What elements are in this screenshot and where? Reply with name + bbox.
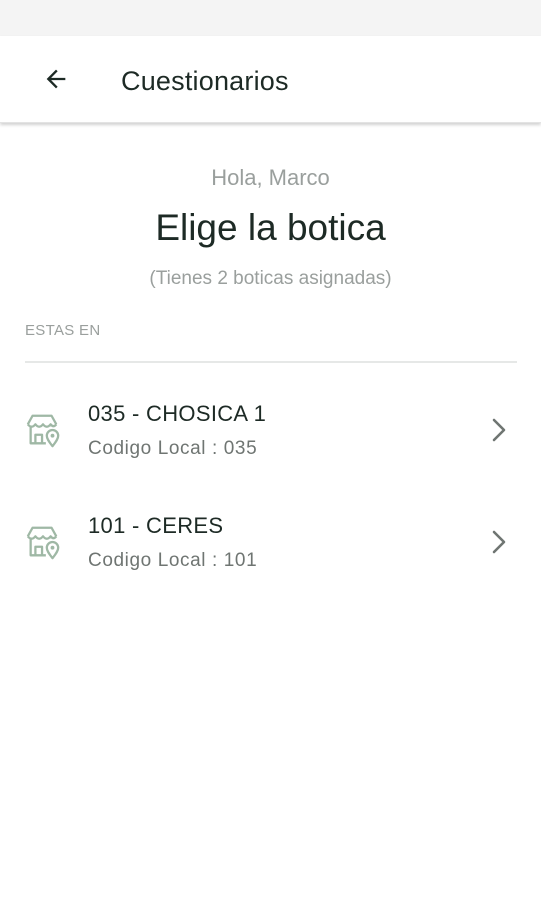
- app-title: Cuestionarios: [121, 66, 289, 96]
- store-location-icon: [26, 526, 60, 560]
- back-button[interactable]: [36, 59, 76, 99]
- store-code: Codigo Local : 035: [88, 438, 258, 459]
- arrow-left-icon: [46, 69, 66, 89]
- store-code: Codigo Local : 101: [88, 550, 258, 571]
- greeting-text: Hola, Marco: [211, 165, 330, 190]
- store-name: 035 - CHOSICA 1: [88, 401, 267, 426]
- chevron-right-icon: [492, 530, 506, 554]
- chevron-right-icon: [492, 418, 506, 442]
- page-heading: Elige la botica: [155, 207, 386, 248]
- status-bar: [0, 0, 541, 36]
- store-list-item[interactable]: 035 - CHOSICA 1 Codigo Local : 035: [0, 383, 541, 483]
- assigned-count-text: (Tienes 2 boticas asignadas): [149, 268, 392, 289]
- section-label: ESTAS EN: [25, 322, 101, 339]
- divider: [25, 361, 517, 363]
- store-name: 101 - CERES: [88, 513, 224, 538]
- app-screen: Cuestionarios Hola, Marco Elige la botic…: [0, 0, 541, 900]
- app-bar: Cuestionarios: [0, 36, 541, 123]
- store-location-icon: [26, 414, 60, 448]
- store-list-item[interactable]: 101 - CERES Codigo Local : 101: [0, 495, 541, 595]
